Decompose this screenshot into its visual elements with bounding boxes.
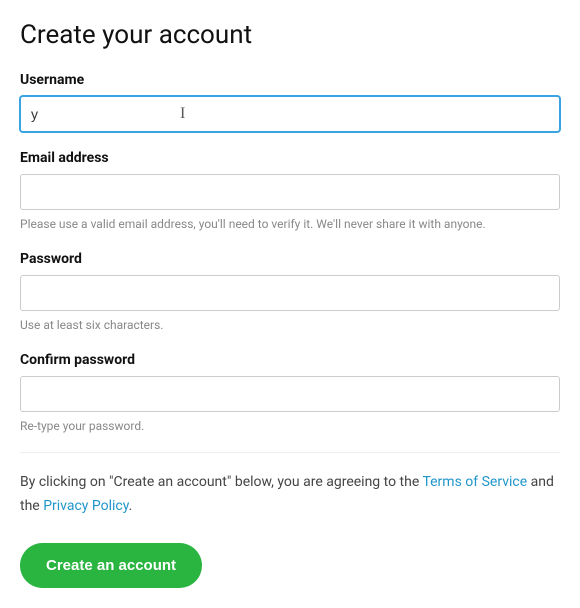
terms-of-service-link[interactable]: Terms of Service bbox=[422, 474, 527, 490]
email-help-text: Please use a valid email address, you'll… bbox=[20, 216, 560, 233]
agreement-text: By clicking on "Create an account" below… bbox=[20, 471, 560, 519]
password-help-text: Use at least six characters. bbox=[20, 317, 560, 334]
page-title: Create your account bbox=[20, 20, 560, 50]
password-group: Password Use at least six characters. bbox=[20, 251, 560, 334]
confirm-password-label: Confirm password bbox=[20, 352, 560, 368]
divider bbox=[20, 452, 560, 453]
username-label: Username bbox=[20, 72, 560, 88]
privacy-policy-link[interactable]: Privacy Policy bbox=[43, 498, 128, 514]
email-label: Email address bbox=[20, 150, 560, 166]
username-group: Username bbox=[20, 72, 560, 132]
password-label: Password bbox=[20, 251, 560, 267]
agreement-suffix: . bbox=[129, 498, 133, 514]
email-input[interactable] bbox=[20, 174, 560, 210]
confirm-password-input[interactable] bbox=[20, 376, 560, 412]
confirm-password-group: Confirm password Re-type your password. bbox=[20, 352, 560, 435]
username-input[interactable] bbox=[20, 96, 560, 132]
email-group: Email address Please use a valid email a… bbox=[20, 150, 560, 233]
password-input[interactable] bbox=[20, 275, 560, 311]
confirm-password-help-text: Re-type your password. bbox=[20, 418, 560, 435]
create-account-button[interactable]: Create an account bbox=[20, 543, 202, 588]
agreement-prefix: By clicking on "Create an account" below… bbox=[20, 474, 422, 490]
